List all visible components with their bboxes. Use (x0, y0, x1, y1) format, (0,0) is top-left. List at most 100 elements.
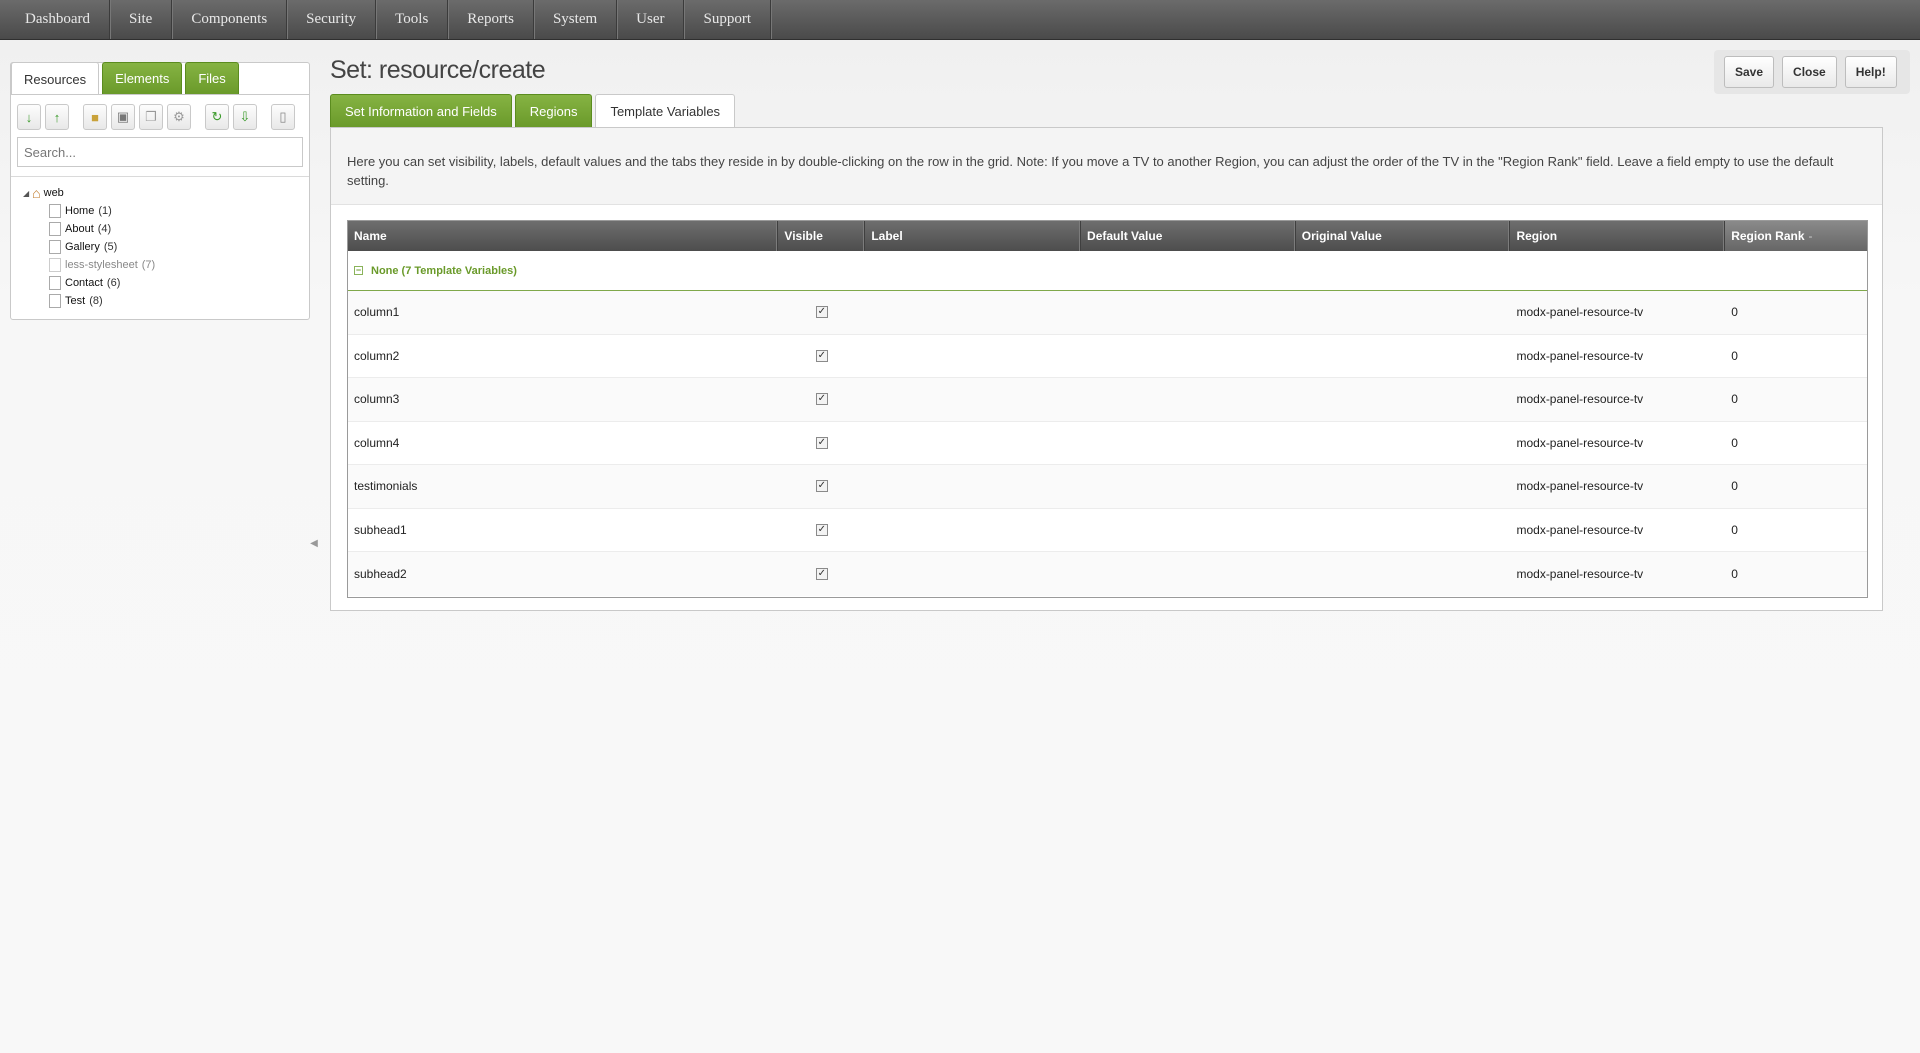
cell-visible: ✓ (778, 378, 865, 421)
document-icon (49, 240, 61, 254)
new-symlink-icon[interactable]: ❐ (139, 104, 163, 130)
tree-item-id: (4) (97, 223, 112, 235)
trash-icon[interactable]: ▯ (271, 104, 295, 130)
resource-tree-panel: Resources Elements Files ↓ ↑ ■ ▣ ❐ ⚙ ↻ ⇩… (10, 62, 310, 320)
tree-item-gallery[interactable]: Gallery (5) (23, 238, 155, 256)
cell-default-value (1081, 378, 1296, 421)
tab-template-variables[interactable]: Template Variables (595, 94, 736, 128)
document-icon (49, 294, 61, 308)
tree-search-input[interactable] (17, 137, 303, 167)
col-header-region[interactable]: Region (1510, 221, 1726, 251)
cell-visible: ✓ (778, 465, 865, 508)
cell-region: modx-panel-resource-tv (1516, 392, 1644, 407)
cell-visible: ✓ (778, 552, 865, 596)
tab-files[interactable]: Files (185, 62, 239, 94)
tree-root[interactable]: ◢ ⌂ web (23, 184, 155, 202)
col-header-region-rank-label: Region Rank (1731, 229, 1805, 243)
col-header-name[interactable]: Name (348, 221, 779, 251)
tree-item-id: (7) (141, 259, 156, 271)
cell-name: subhead1 (354, 522, 407, 537)
new-static-icon[interactable]: ⚙ (167, 104, 191, 130)
collapse-panel-icon[interactable]: ◀ (310, 530, 318, 556)
cell-visible: ✓ (778, 291, 865, 334)
visible-checkbox[interactable]: ✓ (815, 306, 828, 319)
table-row[interactable]: column4 ✓ modx-panel-resource-tv 0 (348, 422, 1867, 465)
grid-body: column1 ✓ modx-panel-resource-tv 0 colum… (348, 291, 1867, 596)
cell-default-value (1081, 422, 1296, 465)
visible-checkbox[interactable]: ✓ (815, 393, 828, 406)
table-row[interactable]: testimonials ✓ modx-panel-resource-tv 0 (348, 465, 1867, 509)
tab-regions[interactable]: Regions (514, 94, 593, 127)
left-tabs: Resources Elements Files (11, 62, 239, 95)
nav-security[interactable]: Security (287, 0, 377, 39)
nav-site[interactable]: Site (110, 0, 173, 39)
import-icon[interactable]: ⇩ (233, 104, 257, 130)
cell-visible: ✓ (778, 509, 865, 552)
close-button[interactable]: Close (1782, 56, 1837, 88)
cell-region-rank: 0 (1731, 392, 1738, 407)
cell-default-value (1081, 465, 1296, 508)
table-row[interactable]: column1 ✓ modx-panel-resource-tv 0 (348, 291, 1867, 335)
help-button[interactable]: Help! (1844, 56, 1897, 88)
col-header-label[interactable]: Label (865, 221, 1082, 251)
tree-item-label: About (65, 223, 94, 235)
col-header-default-value[interactable]: Default Value (1081, 221, 1296, 251)
nav-dashboard[interactable]: Dashboard (6, 0, 110, 39)
tree-item-id: (6) (106, 277, 121, 289)
tree-item-about[interactable]: About (4) (23, 220, 155, 238)
cell-label (865, 422, 1081, 465)
tab-elements[interactable]: Elements (102, 62, 183, 94)
document-icon (49, 276, 61, 290)
col-header-visible[interactable]: Visible (778, 221, 866, 251)
cell-original-value (1296, 378, 1511, 421)
collapse-group-icon[interactable]: − (354, 266, 363, 275)
table-row[interactable]: subhead2 ✓ modx-panel-resource-tv 0 (348, 552, 1867, 596)
cell-original-value (1296, 335, 1511, 378)
tree-item-home[interactable]: Home (1) (23, 202, 155, 220)
visible-checkbox[interactable]: ✓ (815, 523, 828, 536)
tab-set-information[interactable]: Set Information and Fields (330, 94, 512, 127)
visible-checkbox[interactable]: ✓ (815, 349, 828, 362)
cell-label (865, 378, 1081, 421)
nav-tools[interactable]: Tools (376, 0, 449, 39)
nav-user[interactable]: User (617, 0, 685, 39)
cell-default-value (1081, 509, 1296, 552)
main-tabs: Set Information and Fields Regions Templ… (330, 94, 736, 128)
grid-header: Name Visible Label Default Value Origina… (348, 221, 1867, 251)
cell-name: column3 (354, 392, 400, 407)
tree-item-test[interactable]: Test (8) (23, 292, 155, 310)
refresh-icon[interactable]: ↻ (205, 104, 229, 130)
table-row[interactable]: subhead1 ✓ modx-panel-resource-tv 0 (348, 509, 1867, 552)
nav-support[interactable]: Support (684, 0, 771, 39)
col-header-region-rank[interactable]: Region Rank - (1725, 221, 1867, 251)
sort-down-icon[interactable]: ↓ (17, 104, 41, 130)
sort-up-icon[interactable]: ↑ (45, 104, 69, 130)
tab-resources[interactable]: Resources (11, 62, 100, 95)
cell-region-rank: 0 (1731, 522, 1738, 537)
cell-region: modx-panel-resource-tv (1516, 479, 1644, 494)
cell-label (865, 465, 1081, 508)
page-title: Set: resource/create (330, 56, 546, 84)
col-header-original-value[interactable]: Original Value (1296, 221, 1511, 251)
new-folder-icon[interactable]: ■ (83, 104, 107, 130)
tree-toolbar: ↓ ↑ ■ ▣ ❐ ⚙ ↻ ⇩ ▯ (17, 104, 295, 130)
visible-checkbox[interactable]: ✓ (815, 480, 828, 493)
tree-item-label: Test (65, 295, 86, 307)
cell-region-rank: 0 (1731, 479, 1738, 494)
nav-components[interactable]: Components (172, 0, 288, 39)
table-row[interactable]: column3 ✓ modx-panel-resource-tv 0 (348, 378, 1867, 422)
sort-indicator-icon: - (1808, 229, 1813, 243)
group-row[interactable]: − None (7 Template Variables) (348, 251, 1867, 291)
cell-name: column4 (354, 435, 400, 450)
tree-item-contact[interactable]: Contact (6) (23, 274, 155, 292)
cell-region-rank: 0 (1731, 348, 1738, 363)
nav-system[interactable]: System (534, 0, 618, 39)
tree-item-less-stylesheet[interactable]: less-stylesheet (7) (23, 256, 155, 274)
new-weblink-icon[interactable]: ▣ (111, 104, 135, 130)
save-button[interactable]: Save (1724, 56, 1775, 88)
visible-checkbox[interactable]: ✓ (815, 436, 828, 449)
visible-checkbox[interactable]: ✓ (815, 567, 828, 580)
nav-reports[interactable]: Reports (448, 0, 534, 39)
expand-arrow-icon[interactable]: ◢ (23, 189, 29, 198)
table-row[interactable]: column2 ✓ modx-panel-resource-tv 0 (348, 335, 1867, 378)
